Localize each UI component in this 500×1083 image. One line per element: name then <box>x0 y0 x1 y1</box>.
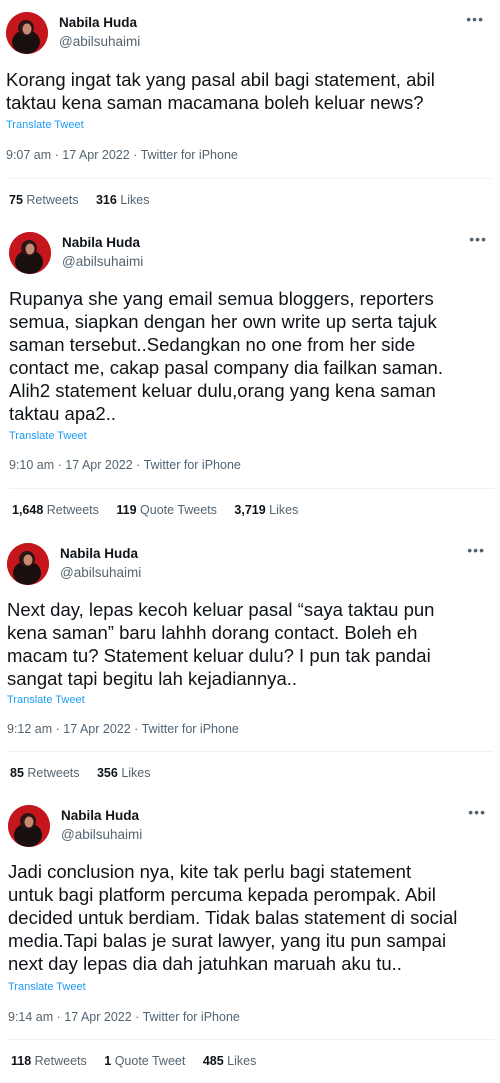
likes-count: 356 <box>96 766 118 780</box>
translate-tweet-link[interactable]: Translate Tweet <box>8 981 86 993</box>
tweet-timestamp[interactable]: 9:14 am · 17 Apr 2022 · Twitter for iPho… <box>8 1010 240 1024</box>
avatar-image <box>6 12 48 54</box>
avatar[interactable] <box>7 543 49 585</box>
retweets-label: Retweets <box>27 766 80 780</box>
likes-stat[interactable]: 316 Likes <box>96 193 150 207</box>
likes-label: Likes <box>227 1054 257 1068</box>
likes-stat[interactable]: 356 Likes <box>97 766 151 780</box>
retweets-stat[interactable]: 75 Retweets <box>9 193 79 207</box>
avatar-image <box>7 543 49 585</box>
tweet: Nabila Huda @abilsuhaimi ••• Rupanya she… <box>0 220 500 530</box>
tweet-timestamp[interactable]: 9:10 am · 17 Apr 2022 · Twitter for iPho… <box>9 458 241 472</box>
quote-tweets-stat[interactable]: 119 Quote Tweets <box>116 503 217 517</box>
retweets-stat[interactable]: 1,648 Retweets <box>12 503 99 517</box>
author-name[interactable]: Nabila Huda <box>62 235 140 250</box>
tweet-stats: 85 Retweets 356 Likes <box>10 766 165 780</box>
tweet-timestamp[interactable]: 9:07 am · 17 Apr 2022 · Twitter for iPho… <box>6 148 238 162</box>
avatar-image <box>9 232 51 274</box>
retweets-count: 1,648 <box>12 503 44 517</box>
retweets-label: Retweets <box>26 193 79 207</box>
retweets-stat[interactable]: 85 Retweets <box>10 766 80 780</box>
quote-tweets-stat[interactable]: 1 Quote Tweet <box>104 1054 185 1068</box>
quote-tweets-count: 1 <box>104 1054 112 1068</box>
quote-tweets-label: Quote Tweet <box>114 1054 186 1068</box>
translate-tweet-link[interactable]: Translate Tweet <box>7 694 85 706</box>
likes-label: Likes <box>269 503 299 517</box>
translate-tweet-link[interactable]: Translate Tweet <box>6 119 84 131</box>
likes-label: Likes <box>120 193 150 207</box>
avatar[interactable] <box>9 232 51 274</box>
tweet: Nabila Huda @abilsuhaimi ••• Jadi conclu… <box>0 793 499 1083</box>
more-options-icon[interactable]: ••• <box>467 543 485 557</box>
author-name[interactable]: Nabila Huda <box>60 546 138 561</box>
likes-count: 485 <box>202 1054 224 1068</box>
likes-stat[interactable]: 485 Likes <box>203 1054 257 1068</box>
retweets-label: Retweets <box>46 503 99 517</box>
tweet-text: Jadi conclusion nya, kite tak perlu bagi… <box>8 861 458 974</box>
tweet-stats: 118 Retweets 1 Quote Tweet 485 Likes <box>11 1054 270 1068</box>
author-name[interactable]: Nabila Huda <box>59 15 137 30</box>
retweets-count: 75 <box>9 193 23 207</box>
retweets-count: 118 <box>11 1054 32 1068</box>
likes-count: 3,719 <box>234 503 266 517</box>
tweet-text: Next day, lepas kecoh keluar pasal “saya… <box>7 599 435 689</box>
likes-label: Likes <box>121 766 151 780</box>
quote-tweets-label: Quote Tweets <box>140 503 217 517</box>
author-handle[interactable]: @abilsuhaimi <box>61 827 142 842</box>
tweet-timestamp[interactable]: 9:12 am · 17 Apr 2022 · Twitter for iPho… <box>7 722 239 736</box>
more-options-icon[interactable]: ••• <box>468 805 486 819</box>
author-handle[interactable]: @abilsuhaimi <box>59 34 140 49</box>
retweets-label: Retweets <box>34 1054 87 1068</box>
quote-tweets-count: 119 <box>116 503 137 517</box>
tweet-stats: 75 Retweets 316 Likes <box>9 193 164 207</box>
tweet-text: Rupanya she yang email semua bloggers, r… <box>9 288 443 424</box>
more-options-icon[interactable]: ••• <box>469 232 487 246</box>
author-handle[interactable]: @abilsuhaimi <box>60 565 141 580</box>
likes-count: 316 <box>95 193 117 207</box>
avatar[interactable] <box>6 12 48 54</box>
divider <box>6 178 492 179</box>
tweet-stats: 1,648 Retweets 119 Quote Tweets 3,719 Li… <box>12 503 312 517</box>
avatar[interactable] <box>8 805 50 847</box>
author-handle[interactable]: @abilsuhaimi <box>62 254 143 269</box>
tweet-text: Korang ingat tak yang pasal abil bagi st… <box>6 69 435 113</box>
more-options-icon[interactable]: ••• <box>466 12 484 26</box>
divider <box>9 488 495 489</box>
translate-tweet-link[interactable]: Translate Tweet <box>9 430 87 442</box>
divider <box>8 1039 494 1040</box>
retweets-count: 85 <box>10 766 24 780</box>
retweets-stat[interactable]: 118 Retweets <box>11 1054 87 1068</box>
tweet: Nabila Huda @abilsuhaimi ••• Next day, l… <box>0 531 498 791</box>
tweet: Nabila Huda @abilsuhaimi ••• Korang inga… <box>0 0 497 218</box>
divider <box>7 751 493 752</box>
avatar-image <box>8 805 50 847</box>
likes-stat[interactable]: 3,719 Likes <box>234 503 298 517</box>
author-name[interactable]: Nabila Huda <box>61 808 139 823</box>
